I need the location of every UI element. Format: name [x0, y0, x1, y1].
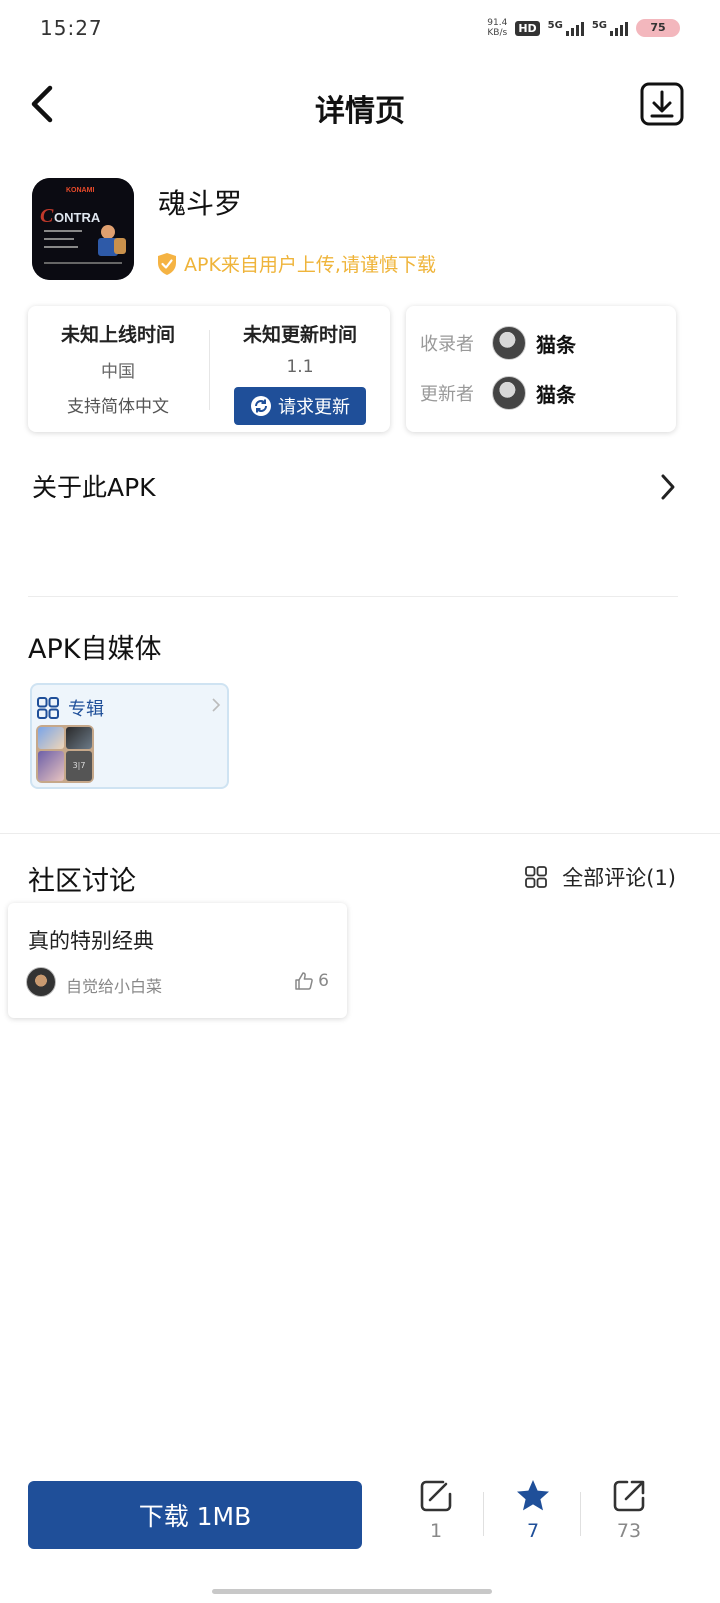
star-icon: [517, 1480, 549, 1511]
collector-row[interactable]: 收录者 猫条: [420, 326, 576, 360]
comment-avatar: [26, 967, 56, 997]
version: 1.1: [286, 357, 314, 377]
update-column: 未知更新时间 1.1 请求更新: [210, 306, 390, 425]
contra-logo-icon: KONAMI C ONTRA: [32, 178, 134, 280]
updater-row[interactable]: 更新者 猫条: [420, 376, 576, 410]
download-manager-button[interactable]: [640, 82, 684, 126]
refresh-icon: [251, 396, 271, 416]
updater-label: 更新者: [420, 384, 474, 405]
favorite-button[interactable]: 7: [488, 1478, 578, 1550]
action-divider: [483, 1492, 484, 1536]
grid-icon: [525, 866, 548, 888]
album-card[interactable]: 专辑 3|7: [30, 683, 229, 789]
edit-icon: [420, 1480, 452, 1512]
edit-count: 1: [429, 1520, 443, 1542]
like-button[interactable]: 6: [294, 971, 329, 991]
game-thumbnail: 3|7: [66, 750, 92, 781]
signal-icon: 5G: [592, 20, 628, 36]
collector-label: 收录者: [420, 334, 474, 355]
status-bar: 15:27 91.4 KB/s HD 5G 5G 75: [0, 0, 720, 60]
request-update-label: 请求更新: [278, 397, 350, 418]
community-title: 社区讨论: [28, 866, 136, 897]
share-icon: [613, 1480, 645, 1512]
contributors-card: 收录者 猫条 更新者 猫条: [406, 306, 676, 432]
share-button[interactable]: 73: [584, 1478, 674, 1550]
release-column: 未知上线时间 中国 支持简体中文: [28, 306, 208, 417]
edit-button[interactable]: 1: [391, 1478, 481, 1550]
language-support: 支持简体中文: [67, 397, 169, 417]
like-count: 6: [318, 971, 329, 991]
game-thumbnail: [38, 750, 64, 781]
signal-icon: 5G: [548, 20, 584, 36]
hd-icon: HD: [515, 20, 540, 36]
home-indicator[interactable]: [212, 1589, 492, 1594]
media-section-title: APK自媒体: [28, 634, 162, 665]
svg-text:C: C: [40, 205, 54, 227]
request-update-button[interactable]: 请求更新: [234, 387, 366, 425]
album-header: 专辑: [36, 695, 104, 721]
shield-icon: [158, 252, 176, 275]
region: 中国: [101, 362, 135, 382]
chevron-right-icon: [212, 698, 221, 712]
battery-icon: 75: [636, 19, 680, 37]
album-thumbnails: 3|7: [36, 725, 94, 783]
section-divider: [28, 596, 678, 597]
svg-text:ONTRA: ONTRA: [54, 210, 101, 225]
thumbs-up-icon: [295, 972, 313, 990]
album-label: 专辑: [68, 699, 104, 720]
updater-avatar: [492, 376, 526, 410]
download-button[interactable]: 下载 1MB: [28, 1481, 362, 1549]
page-title: 详情页: [315, 94, 405, 129]
all-comments-link[interactable]: 全部评论(1): [524, 862, 676, 892]
update-time: 未知更新时间: [242, 324, 357, 346]
updater-name: 猫条: [536, 382, 576, 407]
upload-warning: APK来自用户上传,请谨慎下载: [156, 250, 436, 277]
network-speed: 91.4 KB/s: [487, 18, 508, 38]
game-thumbnail: [38, 727, 64, 749]
status-time: 15:27: [40, 16, 103, 40]
release-info-card: 未知上线时间 中国 支持简体中文 未知更新时间 1.1 请求更新: [28, 306, 390, 432]
favorite-count: 7: [526, 1520, 540, 1542]
comment-card[interactable]: 真的特别经典 自觉给小白菜 6: [8, 903, 347, 1018]
share-count: 73: [616, 1520, 642, 1542]
collector-avatar: [492, 326, 526, 360]
section-divider: [0, 833, 720, 834]
game-thumbnail: [66, 727, 92, 749]
status-icons: 91.4 KB/s HD 5G 5G 75: [487, 18, 680, 38]
svg-text:KONAMI: KONAMI: [66, 187, 94, 194]
collector-name: 猫条: [536, 332, 576, 357]
comment-text: 真的特别经典: [28, 929, 154, 953]
grid-icon: [37, 697, 59, 719]
warning-text: APK来自用户上传,请谨慎下载: [184, 254, 436, 276]
chevron-right-icon: [661, 474, 675, 500]
about-apk-row[interactable]: 关于此APK: [32, 468, 682, 508]
action-divider: [580, 1492, 581, 1536]
comment-user: 自觉给小白菜: [66, 977, 163, 996]
header: 详情页: [0, 70, 720, 140]
app-name: 魂斗罗: [158, 187, 243, 220]
all-comments-label: 全部评论(1): [562, 866, 676, 890]
online-time: 未知上线时间: [60, 324, 175, 346]
about-title: 关于此APK: [32, 473, 156, 502]
app-icon: KONAMI C ONTRA: [32, 178, 134, 280]
download-icon: [640, 82, 684, 126]
